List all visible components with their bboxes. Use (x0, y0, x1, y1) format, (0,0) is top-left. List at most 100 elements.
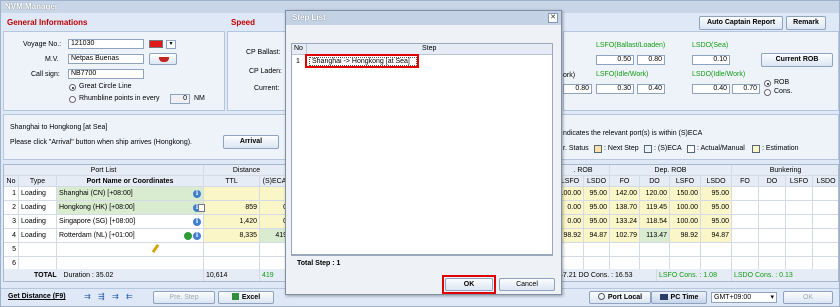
pc-time-label: PC Time (670, 294, 699, 301)
grid-cell-type: Loading (19, 201, 57, 215)
grid-cell-dep: 95.00 (701, 201, 732, 215)
col-dep-lsdo: LSDO (701, 176, 732, 187)
grid-cell-no: 4 (4, 229, 19, 243)
info-icon[interactable]: i (193, 190, 201, 198)
legend-seca: : (S)ECA (654, 145, 682, 152)
eca-note: ndicates the relevant port(s) is within … (563, 130, 703, 137)
grid-cell-bunk[interactable] (813, 229, 838, 243)
document-icon[interactable] (198, 204, 205, 212)
grid-cell-bunk[interactable] (759, 215, 786, 229)
grid-cell-bunk[interactable] (786, 243, 813, 257)
great-circle-label: Great Circle Line (79, 83, 132, 90)
add-circle-icon[interactable] (184, 232, 192, 240)
grid-cell-dep: 95.00 (701, 187, 732, 201)
col-dep-fo: FO (610, 176, 640, 187)
legend-actual: : Actual/Manual (697, 145, 745, 152)
chevron-down-icon: ▾ (770, 294, 774, 301)
chevron-down-icon[interactable]: ▾ (166, 40, 176, 49)
auto-captain-report-button[interactable]: Auto Captain Report (699, 16, 783, 30)
total-row: TOTAL Duration : 35.02 (4, 269, 204, 281)
grid-cell-bunk[interactable] (732, 243, 759, 257)
grid-cell-type: Loading (19, 229, 57, 243)
grid-cell-port[interactable]: Shanghai (CN) [+08:00] (57, 187, 204, 201)
grid-cell-bunk[interactable] (786, 215, 813, 229)
work-value-field[interactable]: 0.80 (563, 84, 592, 94)
grid-cell-port[interactable]: Hongkong (HK) [+08:00] (57, 201, 204, 215)
info-icon[interactable]: i (193, 218, 201, 226)
arrival-button[interactable]: Arrival (223, 135, 279, 149)
grid-cell-bunk[interactable] (732, 215, 759, 229)
grid-cell-bunk[interactable] (759, 187, 786, 201)
lsdo-work-field[interactable]: 0.70 (732, 84, 760, 94)
cons-radio[interactable] (764, 89, 771, 96)
info-icon[interactable]: i (193, 232, 201, 240)
legend-estimation: : Estimation (762, 145, 799, 152)
rhumb-nm-field[interactable]: 0 (170, 94, 190, 104)
grid-cell-port[interactable]: Rotterdam (NL) [+01:00] (57, 229, 204, 243)
rhumb-unit: NM (194, 95, 205, 102)
pc-time-button[interactable]: PC Time (651, 291, 707, 304)
grid-cell-bunk[interactable] (786, 187, 813, 201)
cons-radio-label: Cons. (774, 88, 793, 95)
remark-button[interactable]: Remark (786, 16, 826, 30)
close-icon[interactable]: ✕ (548, 13, 558, 23)
col-ttl: TTL (204, 176, 260, 187)
speed-section-title: Speed (231, 18, 256, 27)
col-type: Type (19, 176, 57, 187)
row-insert-icon[interactable]: ⇉ (84, 292, 94, 302)
pre-step-button[interactable]: Pre. Step (153, 291, 215, 304)
grid-cell-port[interactable]: Singapore (SG) [+08:00] (57, 215, 204, 229)
current-rob-button[interactable]: Current ROB (761, 53, 833, 67)
grid-cell-bunk[interactable] (732, 201, 759, 215)
col-dep-lsfo: LSFO (670, 176, 701, 187)
grid-cell-bunk[interactable] (813, 243, 838, 257)
get-distance-link[interactable]: Get Distance (F9) (8, 293, 66, 300)
lsdo-idle-field[interactable]: 0.40 (692, 84, 730, 94)
grid-cell-bunk[interactable] (759, 243, 786, 257)
col-bunk-lsfo: LSFO (786, 176, 813, 187)
dialog-cancel-button[interactable]: Cancel (499, 278, 555, 291)
mv-field[interactable]: Netpas Buenas (68, 54, 144, 64)
col-bunk-fo: FO (732, 176, 759, 187)
grid-cell-bunk[interactable] (732, 187, 759, 201)
callsign-field[interactable]: NB7700 (68, 69, 144, 79)
great-circle-radio[interactable] (69, 84, 76, 91)
port-local-button[interactable]: Port Local (589, 291, 651, 304)
lsdo-sea-field[interactable]: 0.10 (692, 55, 730, 65)
lsfo-ballast-field[interactable]: 0.50 (596, 55, 634, 65)
grid-cell-bunk[interactable] (759, 201, 786, 215)
lsdo-sea-label: LSDO(Sea) (692, 42, 729, 49)
rhumbline-radio[interactable] (69, 96, 76, 103)
grid-cell-rob: 95.00 (584, 215, 610, 229)
lsfo-idle-field[interactable]: 0.30 (596, 84, 634, 94)
step-row-no: 1 (296, 58, 300, 65)
excel-button[interactable]: Excel (218, 291, 274, 304)
row-move-down-icon[interactable]: ⇉ (112, 292, 122, 302)
row-move-up-icon[interactable]: ⇶ (98, 292, 108, 302)
row-delete-icon[interactable]: ⇇ (126, 292, 136, 302)
grid-cell-bunk[interactable] (813, 215, 838, 229)
rob-radio[interactable] (764, 80, 771, 87)
grid-cell-bunk[interactable] (786, 201, 813, 215)
general-section-title: General Informations (7, 18, 88, 27)
grid-cell-bunk[interactable] (786, 229, 813, 243)
grid-cell-bunk[interactable] (759, 229, 786, 243)
group-dep-rob: Dep. ROB (610, 165, 732, 176)
grid-cell-bunk[interactable] (813, 187, 838, 201)
lsfo-laden-field[interactable]: 0.80 (637, 55, 665, 65)
grid-cell-bunk[interactable] (813, 201, 838, 215)
grid-cell-dep: 120.00 (640, 187, 670, 201)
step-list-dialog: Step List ✕ No Step 1 Shanghai -> Hongko… (285, 10, 562, 295)
grid-cell-port[interactable] (57, 243, 204, 257)
seca-swatch (644, 145, 652, 153)
grid-cell-bunk[interactable] (732, 229, 759, 243)
lsfo-work-field[interactable]: 0.40 (637, 84, 665, 94)
group-bunkering: Bunkering (732, 165, 838, 176)
grid-cell-dep: 98.92 (670, 229, 701, 243)
ship-button[interactable] (149, 53, 177, 65)
color-swatch[interactable] (149, 40, 163, 48)
voyage-field[interactable]: 121030 (68, 39, 144, 49)
main-ok-button[interactable]: OK (783, 291, 833, 304)
arrival-hint-text: Please click "Arrival" button when ship … (10, 139, 192, 146)
timezone-select[interactable]: GMT+09:00 ▾ (711, 292, 777, 303)
